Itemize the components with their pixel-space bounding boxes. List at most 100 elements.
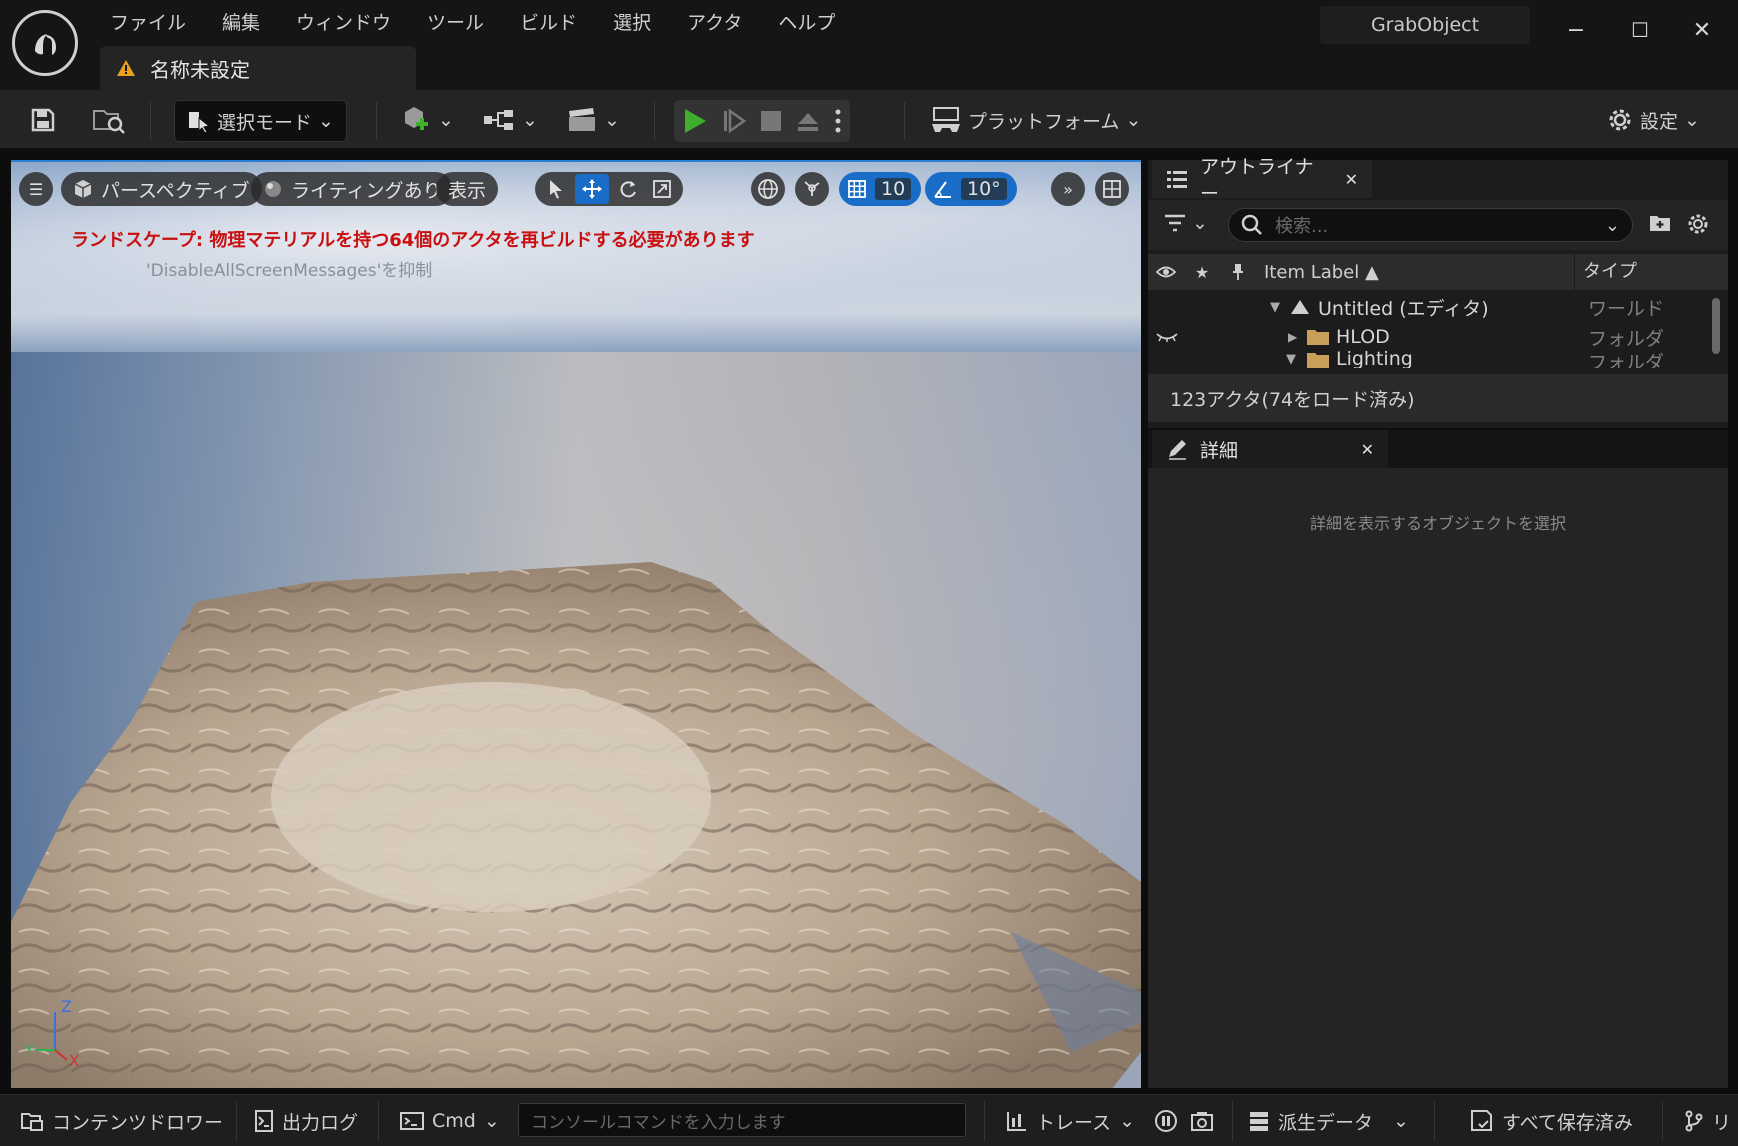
document-tab[interactable]: 名称未設定 bbox=[100, 46, 416, 90]
expanded-caret-icon[interactable]: ▼ bbox=[1286, 352, 1296, 367]
menu-select[interactable]: 選択 bbox=[595, 8, 669, 38]
landscape-terrain bbox=[11, 562, 1141, 1088]
menu-help[interactable]: ヘルプ bbox=[760, 8, 853, 38]
axis-z-label: Z bbox=[61, 998, 72, 1016]
branch-icon bbox=[1684, 1110, 1704, 1132]
settings-dropdown[interactable]: 設定 ⌄ bbox=[1606, 100, 1700, 140]
output-log-button[interactable]: 出力ログ bbox=[254, 1103, 358, 1139]
platform-icon bbox=[930, 106, 962, 134]
blueprint-dropdown[interactable]: ⌄ bbox=[482, 100, 538, 140]
outliner-tab-label: アウトライナー bbox=[1200, 156, 1314, 205]
unreal-logo[interactable] bbox=[12, 10, 78, 76]
derived-data-label: 派生データ bbox=[1278, 1111, 1374, 1134]
cinematics-dropdown[interactable]: ⌄ bbox=[566, 100, 620, 140]
favorite-column-icon[interactable]: ★ bbox=[1184, 263, 1220, 282]
viewport-toolbar: ☰ パースペクティブ ライティングあり 表示 10 10° » bbox=[11, 166, 1141, 208]
maximize-button[interactable]: ☐ bbox=[1620, 12, 1660, 48]
more-options-icon[interactable] bbox=[834, 108, 842, 134]
folder-icon bbox=[1306, 327, 1330, 347]
menu-window[interactable]: ウィンドウ bbox=[278, 8, 409, 38]
console-command-input[interactable]: コンソールコマンドを入力します bbox=[518, 1103, 966, 1137]
expanded-caret-icon[interactable]: ▼ bbox=[1270, 300, 1280, 315]
lighting-mode-button[interactable]: ライティングあり bbox=[251, 172, 454, 206]
add-folder-icon[interactable] bbox=[1648, 212, 1672, 234]
menu-actor[interactable]: アクタ bbox=[669, 8, 760, 38]
trace-dropdown[interactable]: トレース ⌄ bbox=[1006, 1103, 1135, 1139]
menu-tools[interactable]: ツール bbox=[409, 8, 502, 38]
trace-icon bbox=[1006, 1110, 1028, 1132]
outliner-scrollbar[interactable] bbox=[1712, 298, 1720, 354]
details-tab-label: 詳細 bbox=[1200, 439, 1239, 462]
filter-dropdown[interactable]: ⌄ bbox=[1164, 212, 1208, 234]
perspective-label: パースペクティブ bbox=[101, 179, 250, 202]
chevron-down-icon: ⌄ bbox=[438, 109, 454, 131]
browse-button[interactable] bbox=[92, 100, 126, 140]
viewport-expand-button[interactable]: » bbox=[1051, 172, 1085, 206]
derived-data-dropdown[interactable]: 派生データ ⌄ bbox=[1248, 1103, 1409, 1139]
step-forward-icon[interactable] bbox=[722, 108, 746, 134]
chevron-down-icon: ⌄ bbox=[1393, 1110, 1409, 1132]
viewport-menu-button[interactable]: ☰ bbox=[19, 172, 53, 206]
folder-search-icon bbox=[92, 105, 126, 135]
chevron-down-icon: ⌄ bbox=[1192, 212, 1208, 234]
pin-column-icon[interactable] bbox=[1220, 263, 1256, 281]
show-button[interactable]: 表示 bbox=[436, 172, 499, 206]
rotate-icon[interactable] bbox=[613, 174, 643, 204]
revision-control-button[interactable]: リ bbox=[1684, 1103, 1731, 1139]
cmd-label: Cmd bbox=[432, 1110, 476, 1132]
menu-build[interactable]: ビルド bbox=[502, 8, 595, 38]
clapperboard-icon bbox=[566, 106, 598, 134]
translate-icon[interactable] bbox=[575, 174, 609, 204]
cmd-dropdown[interactable]: Cmd ⌄ bbox=[400, 1103, 500, 1139]
menu-edit[interactable]: 編集 bbox=[204, 8, 278, 38]
save-all-button[interactable]: すべて保存済み bbox=[1470, 1103, 1633, 1139]
collapsed-caret-icon[interactable]: ▶ bbox=[1288, 330, 1297, 344]
outliner-row-world[interactable]: ▼ Untitled (エディタ) ワールド bbox=[1148, 292, 1708, 322]
outliner-row-lighting[interactable]: ▼ Lighting フォルダ bbox=[1148, 348, 1708, 368]
row-type: フォルダ bbox=[1588, 327, 1665, 350]
outliner-search-input[interactable]: 検索... ⌄ bbox=[1228, 208, 1633, 242]
close-tab-icon[interactable]: ✕ bbox=[1361, 440, 1374, 459]
outliner-column-header: ★ Item Label ▲ タイプ bbox=[1148, 254, 1728, 290]
save-button[interactable] bbox=[30, 100, 56, 140]
surface-snap-icon bbox=[801, 178, 823, 200]
scale-icon[interactable] bbox=[647, 174, 677, 204]
select-mode-dropdown[interactable]: 選択モード ⌄ bbox=[174, 100, 347, 142]
menu-file[interactable]: ファイル bbox=[92, 8, 204, 38]
rotation-snap-button[interactable]: 10° bbox=[925, 172, 1017, 206]
project-name: GrabObject bbox=[1320, 6, 1530, 44]
toolbar-divider bbox=[654, 102, 655, 140]
grid-snap-value: 10 bbox=[875, 178, 912, 200]
record-icon bbox=[1154, 1109, 1178, 1133]
hidden-eye-icon[interactable] bbox=[1156, 331, 1178, 343]
add-actor-dropdown[interactable]: ⌄ bbox=[400, 100, 454, 140]
visibility-column-icon[interactable] bbox=[1148, 265, 1184, 279]
statusbar-divider bbox=[1662, 1101, 1663, 1141]
select-arrow-icon[interactable] bbox=[541, 174, 571, 204]
play-icon[interactable] bbox=[682, 107, 708, 135]
viewport-layout-button[interactable] bbox=[1095, 172, 1129, 206]
level-viewport[interactable]: ☰ パースペクティブ ライティングあり 表示 10 10° » ランドスケープ:… bbox=[11, 160, 1141, 1088]
minimize-button[interactable]: − bbox=[1556, 12, 1596, 48]
grid-snap-button[interactable]: 10 bbox=[839, 172, 922, 206]
world-local-toggle[interactable] bbox=[751, 172, 785, 206]
outliner-tab[interactable]: アウトライナー ✕ bbox=[1152, 156, 1372, 205]
chevron-down-icon: ⌄ bbox=[522, 109, 538, 131]
gear-icon[interactable] bbox=[1686, 212, 1710, 236]
chevron-down-icon[interactable]: ⌄ bbox=[1605, 215, 1620, 236]
surface-snap-toggle[interactable] bbox=[795, 172, 829, 206]
column-type[interactable]: タイプ bbox=[1574, 254, 1699, 290]
platform-dropdown[interactable]: プラットフォーム ⌄ bbox=[930, 100, 1141, 140]
details-tab[interactable]: 詳細 ✕ bbox=[1152, 430, 1388, 468]
camera-icon bbox=[1190, 1110, 1214, 1132]
record-trace-button[interactable] bbox=[1154, 1103, 1178, 1139]
close-tab-icon[interactable]: ✕ bbox=[1345, 170, 1358, 189]
stop-icon[interactable] bbox=[760, 110, 782, 132]
content-drawer-button[interactable]: コンテンツドロワー bbox=[20, 1103, 223, 1139]
column-item-label[interactable]: Item Label ▲ bbox=[1264, 262, 1574, 283]
close-button[interactable]: ✕ bbox=[1682, 12, 1722, 48]
screenshot-button[interactable] bbox=[1190, 1103, 1214, 1139]
perspective-button[interactable]: パースペクティブ bbox=[61, 172, 262, 206]
eject-icon[interactable] bbox=[796, 109, 820, 133]
row-type: ワールド bbox=[1588, 297, 1665, 320]
